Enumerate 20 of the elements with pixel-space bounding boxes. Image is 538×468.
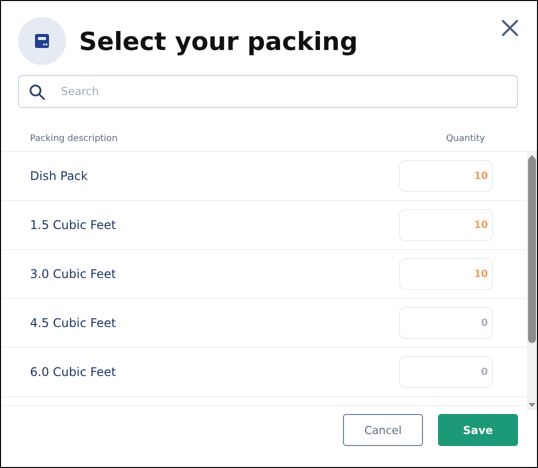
save-button[interactable]: Save [438,414,518,446]
packing-name: 6.0 Cubic Feet [30,365,116,379]
close-icon[interactable] [501,19,519,37]
search-field[interactable]: Search [18,75,518,108]
quantity-field[interactable]: 10 [399,209,493,241]
packing-name: Dish Pack [30,169,88,183]
cancel-button[interactable]: Cancel [343,414,423,446]
packing-name: 1.5 Cubic Feet [30,218,116,232]
column-header: Packing description [30,134,118,146]
quantity-field[interactable]: 0 [399,307,493,339]
scrollbar[interactable] [527,152,537,410]
dialog-title: Select your packing [79,26,359,56]
search-icon [29,84,45,100]
quantity-field[interactable]: 10 [399,160,493,192]
quantity-field[interactable]: 0 [399,356,493,388]
packing-name: 4.5 Cubic Feet [30,316,116,330]
box-icon [18,17,66,65]
quantity-field[interactable]: 10 [399,258,493,290]
packing-name: 3.0 Cubic Feet [30,267,116,281]
column-header: Quantity [446,134,485,146]
